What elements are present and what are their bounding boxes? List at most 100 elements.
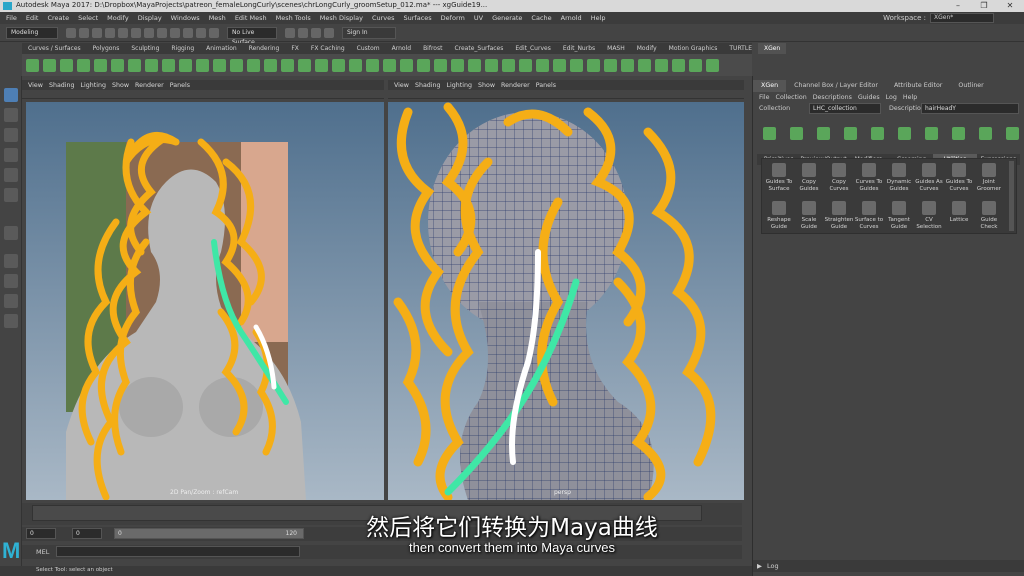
menu-generate[interactable]: Generate xyxy=(492,14,522,22)
xgen-groom-icon-32[interactable] xyxy=(553,58,566,72)
shelf-tab-polygons[interactable]: Polygons xyxy=(87,43,126,54)
select-object-icon[interactable] xyxy=(144,27,154,38)
xgen-create-icon[interactable] xyxy=(763,126,776,140)
xgen-freeze-icon[interactable] xyxy=(281,58,294,72)
snap-curve-icon[interactable] xyxy=(183,27,193,38)
new-scene-icon[interactable] xyxy=(66,27,76,38)
vp-right-menu-renderer[interactable]: Renderer xyxy=(501,82,530,89)
xgen-twist-icon[interactable] xyxy=(247,58,260,72)
guides-to-curves-button[interactable]: Guides To Curves xyxy=(944,163,974,192)
xgen-menu-log[interactable]: Log xyxy=(886,94,897,101)
xgen-menu-guides[interactable]: Guides xyxy=(858,94,880,101)
xgen-select-guide-icon[interactable] xyxy=(60,58,73,72)
single-perspective-layout-icon[interactable] xyxy=(4,254,18,268)
vp-right-menu-shading[interactable]: Shading xyxy=(415,82,441,89)
xgen-menu-help[interactable]: Help xyxy=(903,94,917,101)
menu-windows[interactable]: Windows xyxy=(171,14,200,22)
xgen-comb-icon[interactable] xyxy=(145,58,158,72)
shelf-tab-fx-caching[interactable]: FX Caching xyxy=(305,43,351,54)
vp-left-menu-view[interactable]: View xyxy=(28,82,43,89)
guide-check-button[interactable]: Guide Check xyxy=(974,201,1004,230)
xgen-mask-icon[interactable] xyxy=(298,58,311,72)
ipr-render-icon[interactable] xyxy=(298,27,308,38)
xgen-groom-icon-35[interactable] xyxy=(604,58,617,72)
shelf-tab-edit-curves[interactable]: Edit_Curves xyxy=(509,43,556,54)
menu-cache[interactable]: Cache xyxy=(531,14,551,22)
scale-guide-button[interactable]: Scale Guide xyxy=(794,201,824,230)
xgen-density-icon[interactable] xyxy=(179,58,192,72)
vp-left-menu-renderer[interactable]: Renderer xyxy=(135,82,164,89)
xgen-clump-icon[interactable] xyxy=(162,58,175,72)
xgen-bend-icon[interactable] xyxy=(94,58,107,72)
xgen-repel-icon[interactable] xyxy=(349,58,362,72)
xgen-groom-icon-41[interactable] xyxy=(706,58,719,72)
shelf-tab-bifrost[interactable]: Bifrost xyxy=(417,43,448,54)
xgen-width-icon[interactable] xyxy=(264,58,277,72)
viewport-left-toolbar[interactable] xyxy=(22,90,384,99)
select-tool-icon[interactable] xyxy=(4,88,18,102)
tab-channel-box[interactable]: Channel Box / Layer Editor xyxy=(786,80,886,92)
xgen-groom-icon-29[interactable] xyxy=(502,58,515,72)
xgen-groom-icon-31[interactable] xyxy=(536,58,549,72)
shelf-tab-turtle[interactable]: TURTLE xyxy=(723,43,758,54)
select-component-icon[interactable] xyxy=(157,27,167,38)
tab-xgen[interactable]: XGen xyxy=(753,80,787,92)
menu-edit-mesh[interactable]: Edit Mesh xyxy=(235,14,267,22)
menu-mesh[interactable]: Mesh xyxy=(209,14,226,22)
menu-curves[interactable]: Curves xyxy=(372,14,395,22)
xgen-part-icon[interactable] xyxy=(366,58,379,72)
xgen-log-bar[interactable]: ▶ Log xyxy=(753,560,1024,572)
vp-left-menu-shading[interactable]: Shading xyxy=(49,82,75,89)
undo-icon[interactable] xyxy=(105,27,115,38)
xgen-bend-tool-icon[interactable] xyxy=(952,126,965,140)
xgen-groom-icon-27[interactable] xyxy=(468,58,481,72)
shelf-tab-arnold[interactable]: Arnold xyxy=(386,43,417,54)
menu-create[interactable]: Create xyxy=(47,14,69,22)
four-view-layout-icon[interactable] xyxy=(4,274,18,288)
viewport-right-canvas[interactable]: persp xyxy=(388,102,744,500)
xgen-groom-icon-34[interactable] xyxy=(587,58,600,72)
menu-edit[interactable]: Edit xyxy=(26,14,39,22)
dynamic-guides-button[interactable]: Dynamic Guides xyxy=(884,163,914,192)
xgen-select-guides-icon[interactable] xyxy=(844,126,857,140)
shelf-tab-mash[interactable]: MASH xyxy=(601,43,631,54)
xgen-rebuild-icon[interactable] xyxy=(898,126,911,140)
straighten-guide-button[interactable]: Straighten Guide xyxy=(824,201,854,230)
shelf-tab-xgen[interactable]: XGen xyxy=(757,43,787,54)
minimize-button[interactable]: – xyxy=(946,0,970,12)
render-settings-icon[interactable] xyxy=(311,27,321,38)
vp-left-menu-show[interactable]: Show xyxy=(112,82,129,89)
shelf-tab-motion-graphics[interactable]: Motion Graphics xyxy=(663,43,724,54)
xgen-groom-icon-40[interactable] xyxy=(689,58,702,72)
copy-curves-button[interactable]: Copy Curves xyxy=(824,163,854,192)
menu-arnold[interactable]: Arnold xyxy=(561,14,582,22)
xgen-add-guide-icon[interactable] xyxy=(43,58,56,72)
xgen-groom-icon-36[interactable] xyxy=(621,58,634,72)
joint-groomer-button[interactable]: Joint Groomer xyxy=(974,163,1004,192)
paint-select-tool-icon[interactable] xyxy=(4,128,18,142)
xgen-groom-icon-39[interactable] xyxy=(672,58,685,72)
mode-dropdown[interactable]: Modeling xyxy=(6,26,58,39)
menu-mesh-display[interactable]: Mesh Display xyxy=(320,14,363,22)
guides-as-curves-button[interactable]: Guides As Curves xyxy=(914,163,944,192)
xgen-groom-icon-33[interactable] xyxy=(570,58,583,72)
xgen-menu-file[interactable]: File xyxy=(759,94,770,101)
xgen-sculpt-tool-icon[interactable] xyxy=(1006,126,1019,140)
rotate-tool-icon[interactable] xyxy=(4,168,18,182)
xgen-flip-icon[interactable] xyxy=(979,126,992,140)
side-by-side-layout-icon[interactable] xyxy=(4,294,18,308)
cv-selection-button[interactable]: CV Selection xyxy=(914,201,944,230)
xgen-region-icon[interactable] xyxy=(315,58,328,72)
menu-file[interactable]: File xyxy=(6,14,17,22)
xgen-interactive-groom-icon[interactable] xyxy=(417,58,430,72)
save-scene-icon[interactable] xyxy=(92,27,102,38)
xgen-cut-icon[interactable] xyxy=(196,58,209,72)
shelf-tab-rendering[interactable]: Rendering xyxy=(243,43,286,54)
snap-grid-icon[interactable] xyxy=(170,27,180,38)
xgen-groom-icon-37[interactable] xyxy=(638,58,651,72)
vp-right-menu-panels[interactable]: Panels xyxy=(536,82,556,89)
menu-uv[interactable]: UV xyxy=(474,14,483,22)
vp-left-menu-lighting[interactable]: Lighting xyxy=(81,82,106,89)
render-icon[interactable] xyxy=(285,27,295,38)
xgen-edit-guide-icon[interactable] xyxy=(871,126,884,140)
